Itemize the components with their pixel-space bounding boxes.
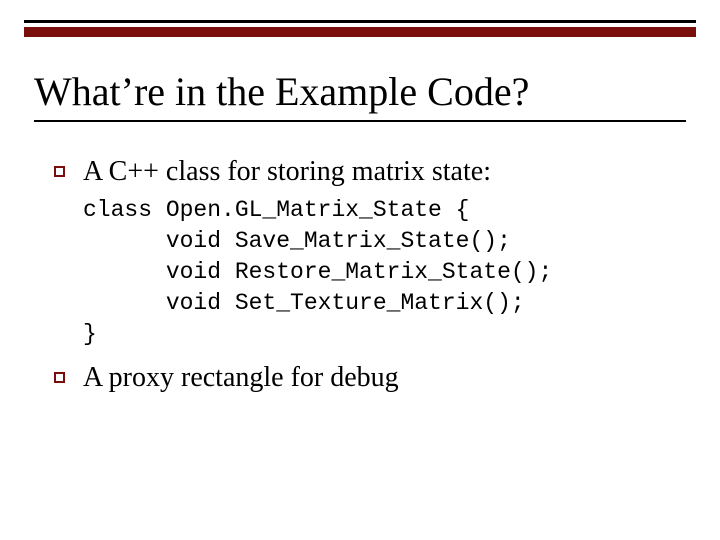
slide-title: What’re in the Example Code? xyxy=(34,70,686,114)
bullet-item: A C++ class for storing matrix state: xyxy=(54,154,674,189)
code-block: class Open.GL_Matrix_State { void Save_M… xyxy=(83,195,674,350)
code-line: } xyxy=(83,321,97,347)
title-underline xyxy=(34,120,686,122)
bullet-item: A proxy rectangle for debug xyxy=(54,360,674,395)
square-bullet-icon xyxy=(54,166,65,177)
slide-body: A C++ class for storing matrix state: cl… xyxy=(54,154,674,401)
bullet-text: A C++ class for storing matrix state: xyxy=(83,154,491,189)
top-rule-thin xyxy=(24,20,696,23)
code-line: void Restore_Matrix_State(); xyxy=(83,259,552,285)
bullet-text: A proxy rectangle for debug xyxy=(83,360,399,395)
slide: What’re in the Example Code? A C++ class… xyxy=(0,0,720,540)
code-line: class Open.GL_Matrix_State { xyxy=(83,197,469,223)
top-rule-thick xyxy=(24,27,696,37)
square-bullet-icon xyxy=(54,372,65,383)
code-line: void Set_Texture_Matrix(); xyxy=(83,290,525,316)
title-area: What’re in the Example Code? xyxy=(34,70,686,122)
code-line: void Save_Matrix_State(); xyxy=(83,228,511,254)
